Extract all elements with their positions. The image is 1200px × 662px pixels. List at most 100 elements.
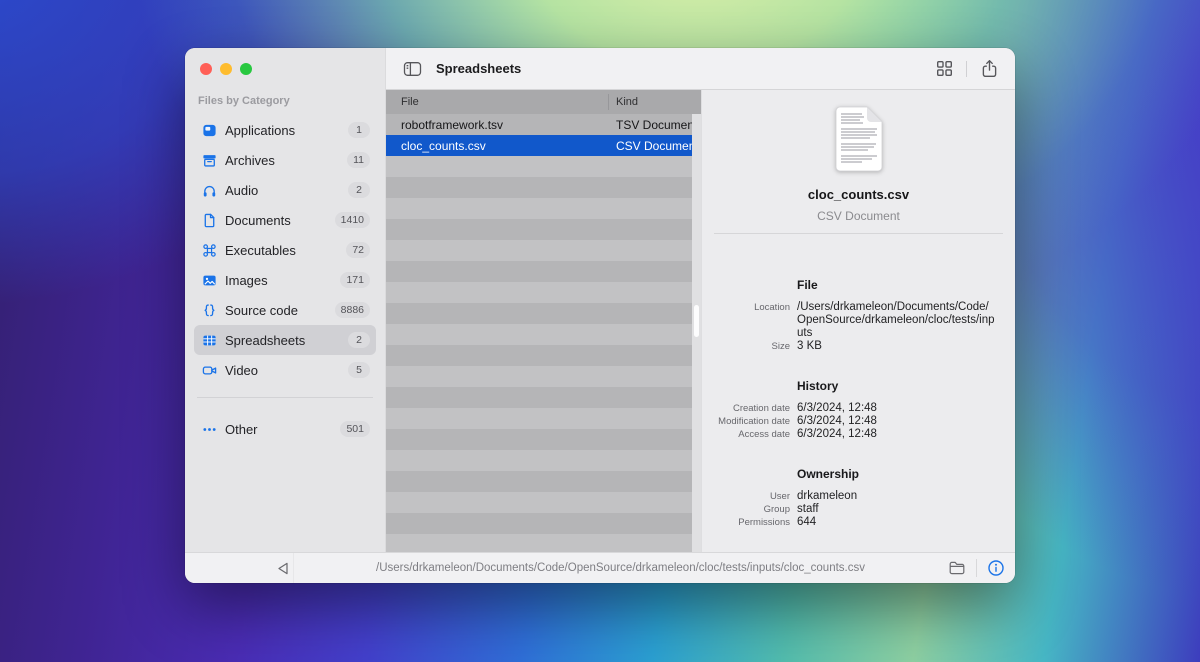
curly-braces-icon	[201, 302, 217, 318]
zoom-window-button[interactable]	[240, 63, 252, 75]
table-icon	[201, 332, 217, 348]
sidebar-item-label: Source code	[225, 303, 335, 318]
minimize-window-button[interactable]	[220, 63, 232, 75]
empty-row	[386, 303, 701, 324]
empty-row	[386, 345, 701, 366]
file-row[interactable]: cloc_counts.csvCSV Document	[386, 135, 701, 156]
command-icon	[201, 242, 217, 258]
empty-row	[386, 261, 701, 282]
count-badge: 8886	[335, 302, 370, 318]
column-header-file[interactable]: File	[386, 96, 608, 108]
info-row: Groupstaff	[714, 503, 1003, 516]
video-camera-icon	[201, 362, 217, 378]
detail-section-file: File Location/Users/drkameleon/Documents/…	[714, 278, 1003, 353]
file-preview-icon	[714, 106, 1003, 172]
empty-row	[386, 471, 701, 492]
list-column-headers: File Kind	[386, 90, 701, 114]
field-value: 6/3/2024, 12:48	[797, 415, 997, 428]
sidebar-item-video[interactable]: Video5	[194, 355, 376, 385]
sidebar-item-label: Archives	[225, 153, 347, 168]
path-zone: /Users/drkameleon/Documents/Code/OpenSou…	[293, 553, 947, 583]
count-badge: 501	[340, 421, 370, 437]
detail-divider	[714, 233, 1003, 234]
field-value: 6/3/2024, 12:48	[797, 428, 997, 441]
toolbar-divider	[966, 61, 967, 77]
sidebar-item-applications[interactable]: Applications1	[194, 115, 376, 145]
field-label: User	[714, 490, 790, 503]
info-row: Access date 6/3/2024, 12:48	[714, 428, 1003, 441]
info-icon[interactable]	[986, 558, 1006, 578]
sidebar-item-executables[interactable]: Executables72	[194, 235, 376, 265]
count-badge: 5	[348, 362, 370, 378]
sidebar-section-header: Files by Category	[198, 95, 385, 107]
detail-panel: cloc_counts.csv CSV Document File Locatio…	[701, 90, 1015, 552]
empty-row	[386, 408, 701, 429]
sidebar-divider	[197, 397, 373, 398]
count-badge: 171	[340, 272, 370, 288]
sidebar-item-source-code[interactable]: Source code8886	[194, 295, 376, 325]
grid-view-icon[interactable]	[933, 58, 955, 80]
app-window-icon	[201, 122, 217, 138]
count-badge: 11	[347, 152, 370, 168]
field-label: Access date	[714, 428, 790, 441]
empty-row	[386, 534, 701, 552]
app-window: Files by Category Applications1Archives1…	[185, 48, 1015, 583]
field-value: 3 KB	[797, 340, 997, 353]
detail-file-name: cloc_counts.csv	[714, 187, 1003, 202]
column-header-kind[interactable]: Kind	[609, 96, 701, 108]
field-label: Group	[714, 503, 790, 516]
section-title: File	[797, 278, 1003, 292]
file-row[interactable]: robotframework.tsvTSV Document	[386, 114, 701, 135]
empty-row	[386, 429, 701, 450]
sidebar-item-documents[interactable]: Documents1410	[194, 205, 376, 235]
back-icon[interactable]	[273, 558, 293, 578]
field-value: 6/3/2024, 12:48	[797, 402, 997, 415]
scrollbar-thumb[interactable]	[694, 305, 699, 337]
empty-row	[386, 492, 701, 513]
count-badge: 72	[346, 242, 370, 258]
sidebar-item-audio[interactable]: Audio2	[194, 175, 376, 205]
current-path[interactable]: /Users/drkameleon/Documents/Code/OpenSou…	[376, 562, 865, 574]
field-value: 644	[797, 516, 997, 529]
sidebar: Files by Category Applications1Archives1…	[185, 48, 385, 552]
scrollbar-track[interactable]	[692, 114, 701, 552]
sidebar-item-images[interactable]: Images171	[194, 265, 376, 295]
empty-row	[386, 282, 701, 303]
count-badge: 2	[348, 332, 370, 348]
ellipsis-icon	[201, 421, 217, 437]
content-area: File Kind robotframework.tsvTSV Document…	[386, 90, 1015, 552]
count-badge: 1	[348, 122, 370, 138]
share-icon[interactable]	[978, 58, 1000, 80]
close-window-button[interactable]	[200, 63, 212, 75]
field-label: Creation date	[714, 402, 790, 415]
file-name-cell: cloc_counts.csv	[386, 139, 609, 153]
empty-row	[386, 177, 701, 198]
empty-row	[386, 366, 701, 387]
sidebar-item-label: Audio	[225, 183, 348, 198]
empty-row	[386, 450, 701, 471]
detail-file-kind: CSV Document	[714, 209, 1003, 223]
info-row: Permissions644	[714, 516, 1003, 529]
empty-row	[386, 240, 701, 261]
sidebar-item-archives[interactable]: Archives11	[194, 145, 376, 175]
field-value: /Users/drkameleon/Documents/Code/OpenSou…	[797, 301, 997, 340]
sidebar-toggle-icon[interactable]	[401, 58, 423, 80]
headphones-icon	[201, 182, 217, 198]
sidebar-item-label: Applications	[225, 123, 348, 138]
info-row: Userdrkameleon	[714, 490, 1003, 503]
sidebar-item-other[interactable]: Other501	[194, 414, 376, 444]
window-controls	[200, 63, 385, 75]
window-title: Spreadsheets	[436, 61, 521, 76]
document-icon	[201, 212, 217, 228]
info-row: Location/Users/drkameleon/Documents/Code…	[714, 301, 1003, 340]
archive-box-icon	[201, 152, 217, 168]
count-badge: 2	[348, 182, 370, 198]
info-row: Modification date 6/3/2024, 12:48	[714, 415, 1003, 428]
file-kind-cell: TSV Document	[609, 118, 701, 132]
file-list: File Kind robotframework.tsvTSV Document…	[386, 90, 701, 552]
folder-icon[interactable]	[947, 558, 967, 578]
main-area: Spreadsheets File Kind robotframework.ts…	[385, 48, 1015, 552]
photo-icon	[201, 272, 217, 288]
field-label: Modification date	[714, 415, 790, 428]
sidebar-item-spreadsheets[interactable]: Spreadsheets2	[194, 325, 376, 355]
